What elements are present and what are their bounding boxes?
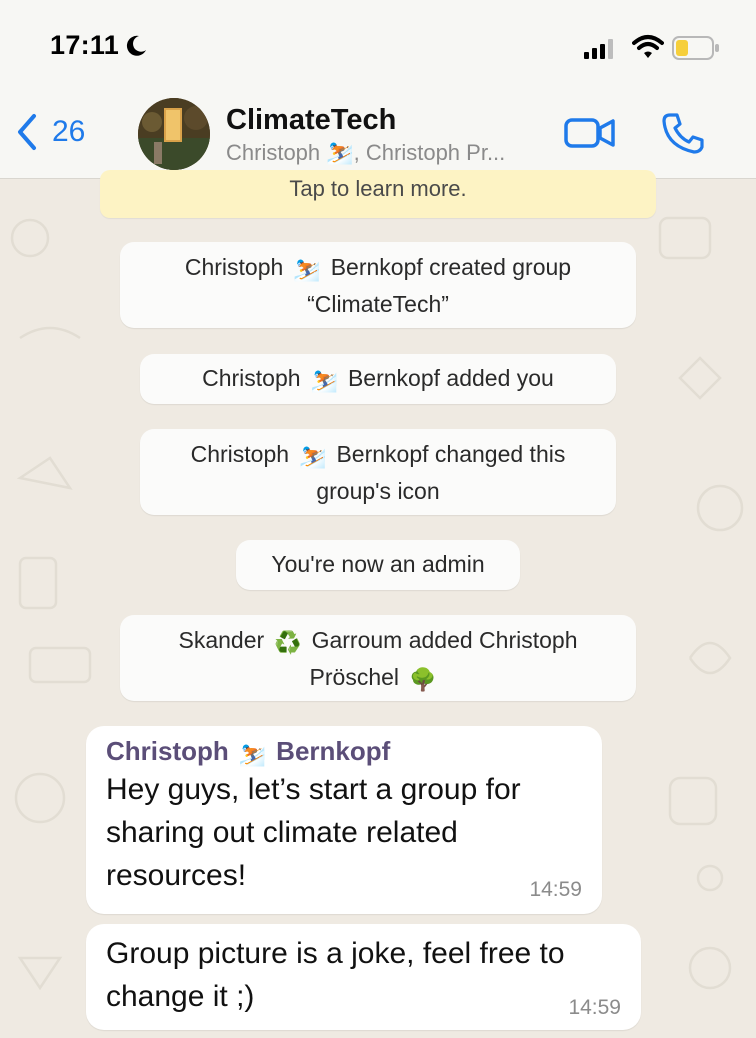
- group-members[interactable]: Christoph ⛷️, Christoph Pr...: [226, 140, 505, 166]
- recycle-emoji: ♻️: [274, 630, 302, 655]
- skier-emoji: ⛷️: [238, 742, 267, 767]
- message-sender: Christoph ⛷️ Bernkopf: [106, 736, 582, 768]
- system-text: Christoph: [190, 441, 290, 467]
- sender-first-name: Christoph: [106, 736, 229, 766]
- message-line: resources!: [106, 859, 247, 892]
- tree-emoji: 🌳: [409, 667, 437, 692]
- message-timestamp: 14:59: [568, 996, 621, 1019]
- system-message-created-group: Christoph ⛷️ Bernkopf created group “Clima…: [120, 242, 636, 328]
- sender-last-name: Bernkopf: [276, 736, 391, 766]
- navigation-header: 17:11 26 ClimateTech Christoph ⛷️, Chris…: [0, 0, 756, 179]
- system-text: Garroum added Christoph: [311, 627, 578, 653]
- unread-count: 26: [52, 115, 86, 148]
- system-line: Pröschel 🌳: [120, 660, 636, 697]
- message-text: Group picture is a joke, feel free to ch…: [106, 932, 621, 1018]
- system-text: Pröschel: [309, 664, 400, 690]
- message-line: Group picture is a joke, feel free to: [106, 937, 565, 970]
- system-text: Bernkopf changed this: [336, 441, 566, 467]
- system-message-added-you: Christoph ⛷️ Bernkopf added you: [140, 354, 616, 404]
- system-message-admin: You're now an admin: [236, 540, 520, 590]
- group-avatar[interactable]: [138, 98, 210, 170]
- encryption-info-banner[interactable]: Tap to learn more.: [100, 170, 656, 218]
- system-line: Christoph ⛷️ Bernkopf created group: [120, 250, 636, 287]
- banner-text: Tap to learn more.: [289, 176, 467, 201]
- skier-emoji: ⛷️: [299, 444, 327, 469]
- message-text: Hey guys, let’s start a group for sharin…: [106, 768, 582, 897]
- system-text: Christoph: [184, 254, 284, 280]
- video-camera-icon[interactable]: [564, 116, 616, 150]
- system-text: Bernkopf added you: [347, 365, 554, 391]
- system-message-added-christoph: Skander ♻️ Garroum added Christoph Prösche…: [120, 615, 636, 701]
- group-name[interactable]: ClimateTech: [226, 104, 396, 137]
- system-message-changed-icon: Christoph ⛷️ Bernkopf changed this group's…: [140, 429, 616, 515]
- system-line: Skander ♻️ Garroum added Christoph: [120, 623, 636, 660]
- wifi-icon: [632, 35, 664, 58]
- skier-emoji: ⛷️: [310, 368, 338, 393]
- system-text: You're now an admin: [271, 551, 485, 577]
- skier-emoji: ⛷️: [293, 257, 321, 282]
- message-timestamp: 14:59: [529, 878, 582, 901]
- message-line: sharing out climate related: [106, 816, 458, 849]
- system-line: Christoph ⛷️ Bernkopf changed this: [140, 437, 616, 474]
- system-text: group's icon: [316, 478, 440, 504]
- back-button[interactable]: 26: [14, 112, 85, 152]
- message-line: Hey guys, let’s start a group for: [106, 773, 521, 806]
- moon-icon: [126, 35, 146, 56]
- system-text: Christoph: [202, 365, 301, 391]
- chevron-left-icon: [18, 114, 36, 150]
- system-text: Bernkopf created group: [330, 254, 572, 280]
- phone-icon[interactable]: [662, 112, 704, 154]
- message-bubble[interactable]: Christoph ⛷️ Bernkopf Hey guys, let’s star…: [86, 726, 602, 914]
- system-text: “ClimateTech”: [307, 291, 449, 317]
- battery-icon: [672, 36, 719, 60]
- system-text: Skander: [178, 627, 265, 653]
- message-line: change it ;): [106, 980, 255, 1013]
- status-time: 17:11: [50, 30, 120, 60]
- message-bubble[interactable]: Group picture is a joke, feel free to ch…: [86, 924, 641, 1030]
- cellular-signal-icon: [584, 39, 613, 59]
